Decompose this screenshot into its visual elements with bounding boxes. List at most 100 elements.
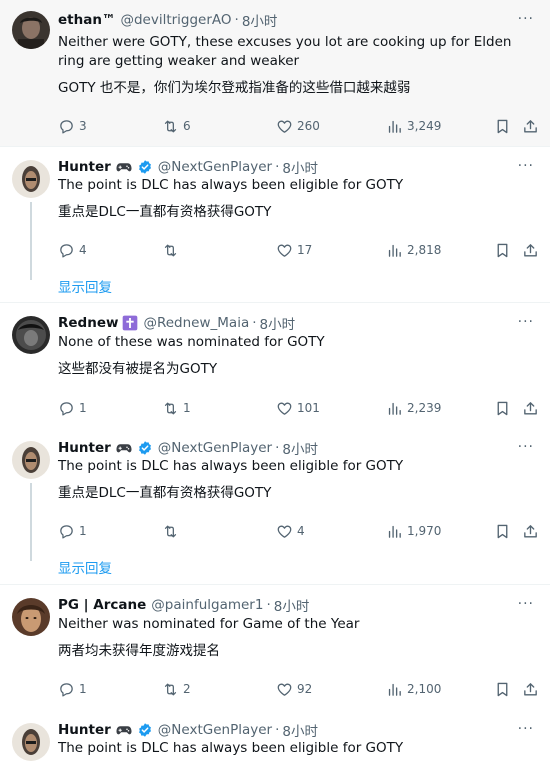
action-bar: 1 2 92 2,100: [58, 679, 538, 699]
views-button[interactable]: 2,239: [386, 398, 441, 418]
heart-icon: [276, 681, 293, 698]
show-replies-link[interactable]: 显示回复: [58, 276, 112, 296]
more-icon[interactable]: ···: [518, 440, 534, 454]
retweet-icon: [162, 242, 179, 259]
timestamp[interactable]: 8小时: [242, 10, 278, 30]
timestamp[interactable]: 8小时: [282, 157, 318, 177]
bookmark-button[interactable]: [494, 679, 511, 699]
gamepad-icon: [115, 439, 133, 457]
avatar[interactable]: [12, 160, 50, 198]
user-handle[interactable]: @NextGenPlayer: [158, 159, 272, 175]
bookmark-icon: [494, 118, 511, 135]
reply-icon: [58, 681, 75, 698]
share-button[interactable]: [522, 240, 539, 260]
reply-button[interactable]: 1: [58, 521, 87, 541]
more-icon[interactable]: ···: [518, 597, 534, 611]
user-handle[interactable]: @NextGenPlayer: [158, 440, 272, 456]
reply-thread-feed: ethan™ @deviltriggerAO · 8小时 ··· Neither…: [0, 0, 550, 764]
views-button[interactable]: 1,970: [386, 521, 441, 541]
tweet-hunter[interactable]: Hunter @NextGenPlayer · 8小时 ··· The poin…: [0, 428, 550, 584]
tweet-rednew[interactable]: Rednew @Rednew_Maia · 8小时 ··· None of th…: [0, 303, 550, 427]
avatar[interactable]: [12, 723, 50, 761]
share-button[interactable]: [522, 679, 539, 699]
like-count: 92: [297, 682, 313, 696]
tweet-translation: GOTY 也不是，你们为埃尔登戒指准备的这些借口越来越弱: [58, 80, 411, 96]
view-count: 2,818: [407, 243, 442, 257]
like-count: 17: [297, 243, 313, 257]
avatar[interactable]: [12, 316, 50, 354]
verified-badge-icon[interactable]: [137, 722, 153, 738]
avatar[interactable]: [12, 441, 50, 479]
tweet-ethan[interactable]: ethan™ @deviltriggerAO · 8小时 ··· Neither…: [0, 0, 550, 146]
like-button[interactable]: 4: [276, 521, 305, 541]
share-icon: [522, 523, 539, 540]
share-button[interactable]: [522, 398, 539, 418]
timestamp[interactable]: 8小时: [282, 438, 318, 458]
display-name[interactable]: ethan™: [58, 12, 115, 28]
tweet-hunter[interactable]: Hunter @NextGenPlayer · 8小时 ··· The poin…: [0, 147, 550, 302]
more-icon[interactable]: ···: [518, 315, 534, 329]
heart-icon: [276, 400, 293, 417]
like-button[interactable]: 92: [276, 679, 312, 699]
action-bar: 3 6 260 3,249: [58, 116, 538, 136]
timestamp[interactable]: 8小时: [282, 720, 318, 740]
bookmark-icon: [494, 681, 511, 698]
display-name[interactable]: Hunter: [58, 722, 111, 738]
user-handle[interactable]: @NextGenPlayer: [158, 722, 272, 738]
tweet-hunter[interactable]: Hunter @NextGenPlayer · 8小时 ··· The poin…: [0, 710, 550, 764]
bookmark-button[interactable]: [494, 398, 511, 418]
views-button[interactable]: 2,100: [386, 679, 441, 699]
tweet-text: Neither were GOTY, these excuses you lot…: [58, 34, 512, 69]
avatar[interactable]: [12, 11, 50, 49]
bookmark-icon: [494, 400, 511, 417]
reply-button[interactable]: 1: [58, 398, 87, 418]
verified-badge-icon[interactable]: [137, 159, 153, 175]
views-icon: [386, 118, 403, 135]
view-count: 1,970: [407, 524, 442, 538]
tweet-translation: 两者均未获得年度游戏提名: [58, 643, 220, 659]
views-button[interactable]: 2,818: [386, 240, 441, 260]
reply-button[interactable]: 3: [58, 116, 87, 136]
reply-icon: [58, 242, 75, 259]
share-button[interactable]: [522, 116, 539, 136]
bookmark-button[interactable]: [494, 521, 511, 541]
user-handle[interactable]: @Rednew_Maia: [143, 315, 249, 331]
share-icon: [522, 400, 539, 417]
like-button[interactable]: 101: [276, 398, 320, 418]
views-icon: [386, 523, 403, 540]
more-icon[interactable]: ···: [518, 159, 534, 173]
retweet-button[interactable]: 6: [162, 116, 191, 136]
like-button[interactable]: 260: [276, 116, 320, 136]
verified-badge-icon[interactable]: [137, 440, 153, 456]
reply-button[interactable]: 4: [58, 240, 87, 260]
user-handle[interactable]: @deviltriggerAO: [120, 12, 231, 28]
tweet-text: The point is DLC has always been eligibl…: [58, 740, 404, 756]
views-button[interactable]: 3,249: [386, 116, 441, 136]
separator-dot: ·: [266, 597, 271, 613]
retweet-button[interactable]: 1: [162, 398, 191, 418]
bookmark-button[interactable]: [494, 116, 511, 136]
more-icon[interactable]: ···: [518, 722, 534, 736]
avatar[interactable]: [12, 598, 50, 636]
display-name[interactable]: Hunter: [58, 440, 111, 456]
retweet-button[interactable]: 2: [162, 679, 191, 699]
retweet-icon: [162, 523, 179, 540]
like-button[interactable]: 17: [276, 240, 312, 260]
timestamp[interactable]: 8小时: [260, 313, 296, 333]
display-name[interactable]: PG | Arcane: [58, 597, 146, 613]
bookmark-button[interactable]: [494, 240, 511, 260]
tweet-text: The point is DLC has always been eligibl…: [58, 458, 404, 474]
tweet-translation: 重点是DLC一直都有资格获得GOTY: [58, 204, 272, 220]
retweet-button[interactable]: [162, 240, 179, 260]
timestamp[interactable]: 8小时: [274, 595, 310, 615]
reply-button[interactable]: 1: [58, 679, 87, 699]
display-name[interactable]: Rednew: [58, 315, 118, 331]
retweet-button[interactable]: [162, 521, 179, 541]
share-icon: [522, 118, 539, 135]
tweet-pg-arcane[interactable]: PG | Arcane @painfulgamer1 · 8小时 ··· Nei…: [0, 585, 550, 709]
display-name[interactable]: Hunter: [58, 159, 111, 175]
more-icon[interactable]: ···: [518, 12, 534, 26]
show-replies-link[interactable]: 显示回复: [58, 557, 112, 577]
share-button[interactable]: [522, 521, 539, 541]
user-handle[interactable]: @painfulgamer1: [151, 597, 263, 613]
